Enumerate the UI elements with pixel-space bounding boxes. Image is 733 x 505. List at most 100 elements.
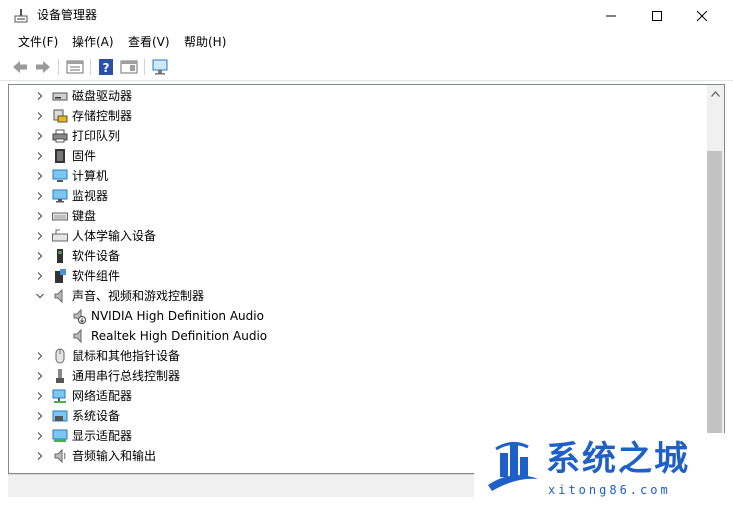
tree-category[interactable]: 打印队列 <box>9 126 699 146</box>
tree-category[interactable]: 软件设备 <box>9 246 699 266</box>
usb-icon <box>56 369 64 383</box>
speaker-icon <box>73 328 82 344</box>
tree-category[interactable]: 声音、视频和游戏控制器 <box>9 286 699 306</box>
menu-bar: 文件(F) 操作(A) 查看(V) 帮助(H) <box>0 31 733 53</box>
help-icon[interactable]: ? <box>96 57 116 77</box>
tree-category[interactable]: 系统设备 <box>9 406 699 426</box>
tree-category[interactable]: 存储控制器 <box>9 106 699 126</box>
keyboard-icon <box>52 212 68 221</box>
toolbar-separator <box>58 59 59 75</box>
hid-icon <box>52 229 68 242</box>
scan-hardware-icon[interactable] <box>150 57 170 77</box>
tree-category[interactable]: 键盘 <box>9 206 699 226</box>
tree-category[interactable]: 磁盘驱动器 <box>9 86 699 106</box>
network-adapter-icon <box>52 389 66 403</box>
chevron-right-icon[interactable] <box>35 131 45 141</box>
tree-category[interactable]: 人体学输入设备 <box>9 226 699 246</box>
chevron-right-icon[interactable] <box>35 231 45 241</box>
menu-action[interactable]: 操作(A) <box>72 35 114 50</box>
watermark-url: xitong86.com <box>548 483 671 497</box>
watermark-logo <box>488 442 538 491</box>
chevron-right-icon[interactable] <box>35 211 45 221</box>
tree-category[interactable]: 监视器 <box>9 186 699 206</box>
chevron-right-icon[interactable] <box>35 251 45 261</box>
menu-file[interactable]: 文件(F) <box>18 35 58 50</box>
properties-icon[interactable] <box>65 57 85 77</box>
chevron-right-icon[interactable] <box>35 411 45 421</box>
maximize-icon <box>652 10 662 21</box>
forward-arrow-icon[interactable] <box>33 57 53 77</box>
device-manager-icon <box>14 9 28 23</box>
tree-label: 显示适配器 <box>72 429 133 443</box>
tree-label: NVIDIA High Definition Audio <box>91 309 264 323</box>
chevron-right-icon[interactable] <box>35 171 45 181</box>
action-pane-icon[interactable] <box>119 57 139 77</box>
software-component-icon <box>55 269 66 283</box>
chevron-right-icon[interactable] <box>35 351 45 361</box>
chevron-right-icon[interactable] <box>35 391 45 401</box>
tree-label: Realtek High Definition Audio <box>91 329 268 343</box>
tree-label: 软件组件 <box>72 269 121 283</box>
speaker-warning-icon <box>73 308 86 324</box>
tree-label: 监视器 <box>72 189 109 203</box>
title-bar: 设备管理器 <box>0 0 733 31</box>
software-device-icon <box>57 249 63 263</box>
chevron-down-icon[interactable] <box>35 291 45 301</box>
tree-category[interactable]: 计算机 <box>9 166 699 186</box>
tree-label: 磁盘驱动器 <box>72 89 133 103</box>
tree-device[interactable]: Realtek High Definition Audio <box>9 326 699 346</box>
tree-category[interactable]: 鼠标和其他指针设备 <box>9 346 699 366</box>
monitor-icon <box>52 189 68 203</box>
minimize-icon <box>606 15 616 16</box>
mouse-icon <box>55 348 65 364</box>
printer-icon <box>52 129 68 143</box>
toolbar: ? <box>0 53 733 81</box>
computer-icon <box>52 169 68 182</box>
tree-label: 软件设备 <box>72 249 121 263</box>
chevron-up-icon <box>711 90 720 97</box>
watermark-name: 系统之城 <box>546 439 690 479</box>
tree-label: 人体学输入设备 <box>72 229 157 243</box>
tree-label: 网络适配器 <box>72 389 133 403</box>
tree-label: 通用串行总线控制器 <box>72 369 181 383</box>
scroll-thumb[interactable] <box>707 151 722 473</box>
toolbar-separator <box>144 59 145 75</box>
minimize-button[interactable] <box>588 0 634 31</box>
chevron-right-icon[interactable] <box>35 151 45 161</box>
chevron-right-icon[interactable] <box>35 371 45 381</box>
tree-label: 键盘 <box>72 209 97 223</box>
device-tree[interactable]: 磁盘驱动器存储控制器打印队列固件计算机监视器键盘人体学输入设备 软件设备软件组件声… <box>8 84 725 474</box>
audio-io-icon <box>54 448 66 464</box>
tree-category[interactable]: 软件组件 <box>9 266 699 286</box>
disk-drive-icon <box>52 92 68 101</box>
tree-label: 鼠标和其他指针设备 <box>72 349 181 363</box>
speaker-icon <box>54 288 63 304</box>
tree-label: 声音、视频和游戏控制器 <box>72 289 205 303</box>
tree-label: 打印队列 <box>72 129 121 143</box>
window-title: 设备管理器 <box>37 8 98 22</box>
tree-category[interactable]: 通用串行总线控制器 <box>9 366 699 386</box>
back-arrow-icon[interactable] <box>10 57 30 77</box>
chevron-right-icon[interactable] <box>35 451 45 461</box>
tree-label: 固件 <box>72 149 97 163</box>
close-button[interactable] <box>679 0 725 31</box>
tree-device[interactable]: NVIDIA High Definition Audio <box>9 306 699 326</box>
chevron-right-icon[interactable] <box>35 111 45 121</box>
tree-label: 存储控制器 <box>72 109 133 123</box>
chevron-right-icon[interactable] <box>35 431 45 441</box>
maximize-button[interactable] <box>634 0 680 31</box>
tree-category[interactable]: 固件 <box>9 146 699 166</box>
chevron-right-icon[interactable] <box>35 271 45 281</box>
watermark: 系统之城 xitong86.com <box>474 433 733 505</box>
svg-text:?: ? <box>103 61 110 75</box>
vertical-scrollbar[interactable] <box>707 85 724 473</box>
menu-help[interactable]: 帮助(H) <box>184 35 226 50</box>
tree-label: 计算机 <box>72 169 109 183</box>
tree-label: 系统设备 <box>72 409 121 423</box>
tree-label: 音频输入和输出 <box>72 449 157 463</box>
chevron-right-icon[interactable] <box>35 191 45 201</box>
chevron-right-icon[interactable] <box>35 91 45 101</box>
scroll-up-button[interactable] <box>707 85 724 102</box>
tree-category[interactable]: 网络适配器 <box>9 386 699 406</box>
menu-view[interactable]: 查看(V) <box>128 35 170 50</box>
